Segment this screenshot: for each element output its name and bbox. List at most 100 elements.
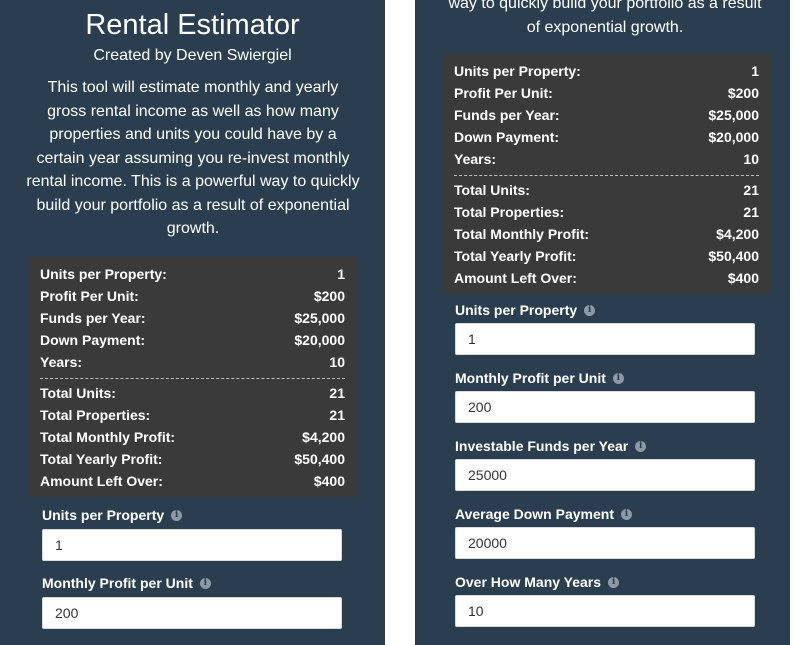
stat-value: 1	[751, 63, 759, 79]
stat-value: $50,400	[294, 451, 345, 467]
stat-label: Funds per Year:	[454, 107, 560, 123]
stat-row-profit-per-unit: Profit Per Unit: $200	[40, 285, 345, 307]
stat-label: Years:	[454, 151, 497, 167]
stat-label: Profit Per Unit:	[40, 288, 139, 304]
stat-row-total-properties: Total Properties: 21	[40, 404, 345, 426]
average-down-payment-input[interactable]: 20000	[455, 527, 755, 559]
stat-value: 10	[743, 151, 759, 167]
stat-row-funds-per-year: Funds per Year: $25,000	[40, 307, 345, 329]
stat-label: Total Monthly Profit:	[454, 226, 590, 242]
field-label-text: Monthly Profit per Unit	[42, 575, 193, 591]
stat-value: 21	[743, 182, 759, 198]
stat-row-total-properties: Total Properties: 21	[454, 201, 759, 223]
stat-row-total-yearly-profit: Total Yearly Profit: $50,400	[40, 448, 345, 470]
stat-label: Down Payment:	[454, 129, 560, 145]
stat-label: Profit Per Unit:	[454, 85, 553, 101]
investable-funds-per-year-label: Investable Funds per Year i	[455, 438, 647, 454]
stat-row-years: Years: 10	[454, 148, 759, 170]
stat-row-profit-per-unit: Profit Per Unit: $200	[454, 82, 759, 104]
info-circle-icon[interactable]: i	[199, 577, 211, 589]
stat-label: Total Properties:	[454, 204, 565, 220]
stat-row-units-per-property: Units per Property: 1	[40, 263, 345, 285]
over-how-many-years-input[interactable]: 10	[455, 595, 755, 627]
stat-value: $50,400	[708, 248, 759, 264]
units-per-property-label: Units per Property i	[455, 302, 596, 318]
info-circle-icon[interactable]: i	[612, 372, 624, 384]
left-panel: Rental Estimator Created by Deven Swierg…	[0, 0, 385, 645]
monthly-profit-per-unit-label: Monthly Profit per Unit i	[42, 575, 211, 591]
stat-value: $20,000	[708, 129, 759, 145]
field-label-text: Over How Many Years	[455, 574, 602, 590]
stat-label: Down Payment:	[40, 332, 146, 348]
stat-row-units-per-property: Units per Property: 1	[454, 60, 759, 82]
stat-label: Amount Left Over:	[40, 473, 163, 489]
stat-value: $4,200	[302, 429, 345, 445]
stat-label: Amount Left Over:	[454, 270, 577, 286]
stat-value: $25,000	[294, 310, 345, 326]
stat-label: Total Units:	[40, 385, 116, 401]
stat-value: $200	[727, 85, 759, 101]
stat-row-years: Years: 10	[40, 351, 345, 373]
right-panel: way to quickly build your portfolio as a…	[415, 0, 790, 645]
stat-label: Years:	[40, 354, 83, 370]
stats-divider	[454, 175, 759, 176]
stat-label: Total Units:	[454, 182, 530, 198]
stat-row-down-payment: Down Payment: $20,000	[40, 329, 345, 351]
stat-value: 21	[329, 385, 345, 401]
screenshot-edge	[790, 0, 800, 645]
stat-row-down-payment: Down Payment: $20,000	[454, 126, 759, 148]
stat-label: Total Properties:	[40, 407, 151, 423]
page-description-tail: way to quickly build your portfolio as a…	[448, 0, 762, 36]
stat-label: Units per Property:	[40, 266, 167, 282]
info-circle-icon[interactable]: i	[620, 508, 632, 520]
info-circle-icon[interactable]: i	[171, 509, 183, 521]
stat-row-funds-per-year: Funds per Year: $25,000	[454, 104, 759, 126]
info-circle-icon[interactable]: i	[584, 304, 596, 316]
investable-funds-per-year-input[interactable]: 25000	[455, 459, 755, 491]
stat-value: $200	[313, 288, 345, 304]
stats-divider	[40, 378, 345, 379]
stat-value: $25,000	[708, 107, 759, 123]
stat-row-amount-left-over: Amount Left Over: $400	[40, 470, 345, 492]
monthly-profit-per-unit-input[interactable]: 200	[42, 597, 342, 629]
stat-value: 21	[743, 204, 759, 220]
units-per-property-input[interactable]: 1	[42, 529, 342, 561]
stat-row-total-monthly-profit: Total Monthly Profit: $4,200	[40, 426, 345, 448]
field-label-text: Investable Funds per Year	[455, 438, 629, 454]
stat-label: Funds per Year:	[40, 310, 146, 326]
stat-value: 10	[329, 354, 345, 370]
stat-row-amount-left-over: Amount Left Over: $400	[454, 267, 759, 289]
page-title: Rental Estimator	[85, 9, 300, 41]
units-per-property-label: Units per Property i	[42, 507, 183, 523]
stat-row-total-units: Total Units: 21	[454, 179, 759, 201]
screenshot-divider	[385, 0, 415, 645]
stat-value: $400	[313, 473, 345, 489]
summary-panel: Units per Property: 1 Profit Per Unit: $…	[28, 257, 357, 497]
stat-row-total-monthly-profit: Total Monthly Profit: $4,200	[454, 223, 759, 245]
field-label-text: Monthly Profit per Unit	[455, 370, 606, 386]
summary-panel: Units per Property: 1 Profit Per Unit: $…	[442, 54, 771, 294]
field-label-text: Units per Property	[42, 507, 165, 523]
field-label-text: Units per Property	[455, 302, 578, 318]
monthly-profit-per-unit-label: Monthly Profit per Unit i	[455, 370, 624, 386]
info-circle-icon[interactable]: i	[608, 576, 620, 588]
stat-value: $4,200	[716, 226, 759, 242]
stat-row-total-units: Total Units: 21	[40, 382, 345, 404]
monthly-profit-per-unit-input[interactable]: 200	[455, 391, 755, 423]
units-per-property-input[interactable]: 1	[455, 323, 755, 355]
over-how-many-years-label: Over How Many Years i	[455, 574, 620, 590]
stat-value: $20,000	[294, 332, 345, 348]
stat-label: Units per Property:	[454, 63, 581, 79]
average-down-payment-label: Average Down Payment i	[455, 506, 632, 522]
field-label-text: Average Down Payment	[455, 506, 614, 522]
stat-value: $400	[727, 270, 759, 286]
page-subtitle: Created by Deven Swiergiel	[93, 47, 292, 64]
stat-value: 21	[329, 407, 345, 423]
stat-label: Total Yearly Profit:	[40, 451, 163, 467]
stat-row-total-yearly-profit: Total Yearly Profit: $50,400	[454, 245, 759, 267]
stat-label: Total Monthly Profit:	[40, 429, 176, 445]
info-circle-icon[interactable]: i	[635, 440, 647, 452]
stat-value: 1	[337, 266, 345, 282]
stat-label: Total Yearly Profit:	[454, 248, 577, 264]
page-description: This tool will estimate monthly and year…	[26, 79, 360, 237]
